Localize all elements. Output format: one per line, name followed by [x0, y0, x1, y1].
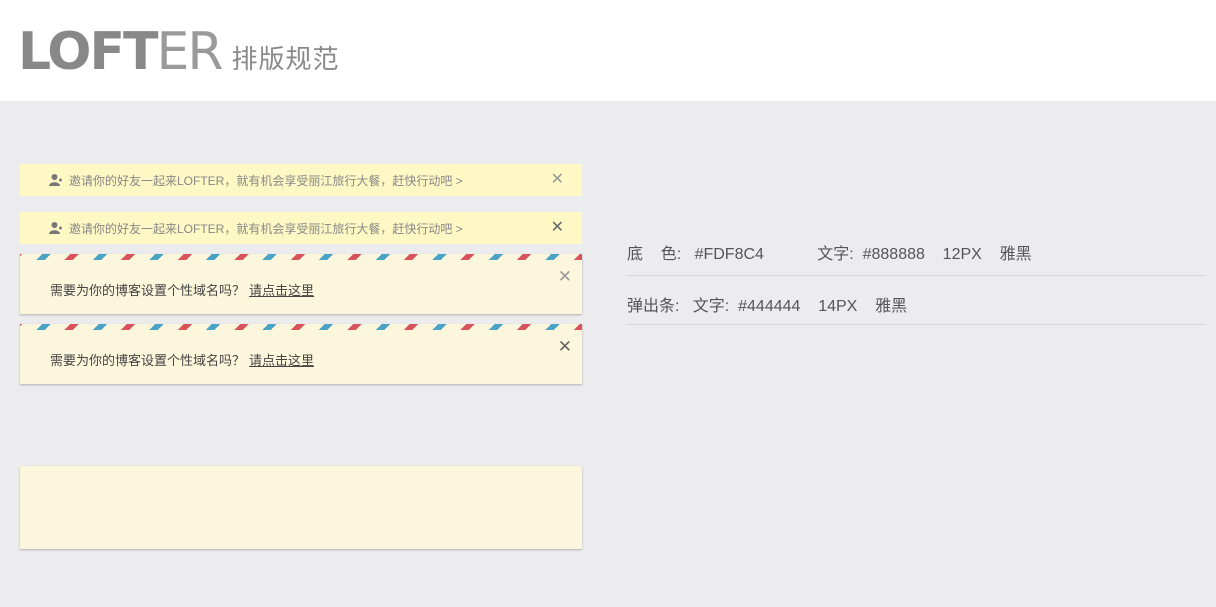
spec-line-background: 底 色: #FDF8C4 文字: #888888 12PX 雅黑 [627, 246, 1032, 263]
domain-link[interactable]: 请点击这里 [249, 353, 314, 368]
popup: 需要为你的博客设置个性域名吗？ 请点击这里 ✕ [20, 254, 582, 314]
page-title: 排版规范 [231, 45, 340, 75]
popup: 需要为你的博客设置个性域名吗？ 请点击这里 ✕ [20, 324, 582, 384]
domain-link[interactable]: 请点击这里 [249, 283, 314, 298]
popup-message: 需要为你的博客设置个性域名吗？ 请点击这里 [50, 353, 315, 368]
notice-text: 邀请你的好友一起来LOFTER，就有机会享受丽江旅行大餐，赶快行动吧 > [69, 221, 463, 236]
notice-bar[interactable]: 邀请你的好友一起来LOFTER，就有机会享受丽江旅行大餐，赶快行动吧 > ✕ [20, 212, 582, 244]
close-icon[interactable]: ✕ [551, 172, 564, 188]
notice-bar[interactable]: 邀请你的好友一起来LOFTER，就有机会享受丽江旅行大餐，赶快行动吧 > ✕ [20, 164, 582, 196]
airmail-stripe [20, 254, 582, 260]
notice-text: 邀请你的好友一起来LOFTER，就有机会享受丽江旅行大餐，赶快行动吧 > [69, 173, 463, 188]
divider [627, 275, 1205, 276]
popup-message: 需要为你的博客设置个性域名吗？ 请点击这里 [50, 283, 315, 298]
close-icon[interactable]: ✕ [558, 268, 572, 285]
close-icon[interactable]: ✕ [551, 220, 564, 236]
user-icon [49, 173, 63, 187]
divider [627, 324, 1205, 325]
airmail-stripe [20, 324, 582, 330]
user-icon [49, 221, 63, 235]
spec-line-popup: 弹出条: 文字: #444444 14PX 雅黑 [627, 298, 908, 315]
close-icon[interactable]: ✕ [558, 338, 572, 355]
logo-wordmark: LOFTER [18, 22, 224, 82]
logo: LOFTER 排版规范 [18, 22, 340, 78]
header: LOFTER 排版规范 [0, 0, 1216, 101]
blank-panel [20, 466, 582, 549]
